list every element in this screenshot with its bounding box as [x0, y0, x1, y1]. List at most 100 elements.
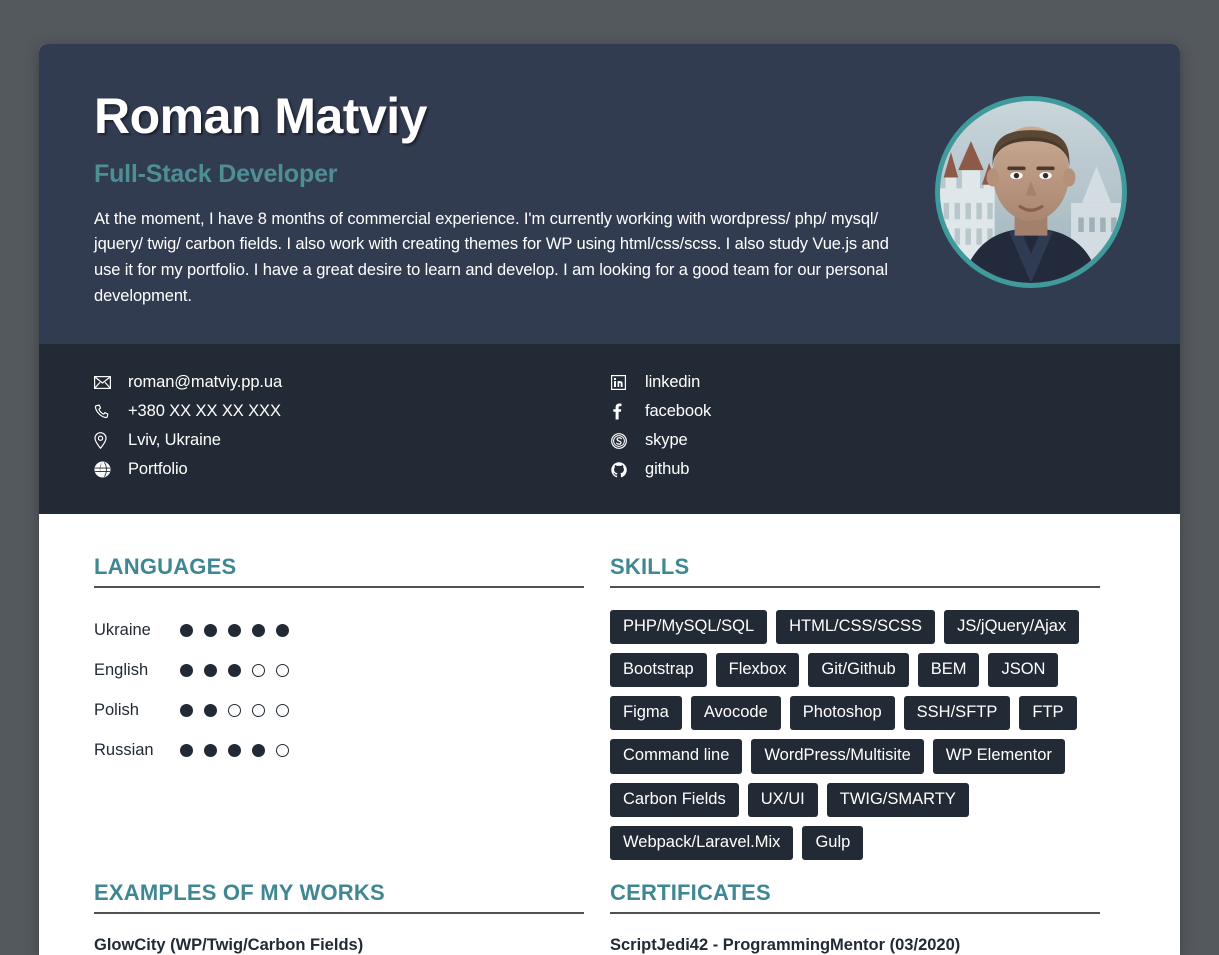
certificates-heading: CERTIFICATES	[610, 879, 771, 905]
level-dot-filled	[180, 703, 193, 717]
social-facebook-label: facebook	[645, 402, 712, 420]
language-list: Ukraine English Polish Russian	[94, 610, 584, 770]
resume-bottom: EXAMPLES OF MY WORKS GlowCity (WP/Twig/C…	[39, 879, 1180, 955]
contact-portfolio[interactable]: Portfolio	[94, 455, 611, 484]
certificates-section: CERTIFICATES ScriptJedi42 - ProgrammingM…	[610, 880, 1100, 955]
certificate-entry-title: ScriptJedi42 - ProgrammingMentor (03/202…	[610, 935, 961, 954]
job-title: Full-Stack Developer	[94, 159, 338, 188]
language-level-dots	[180, 743, 300, 757]
contact-phone-label: +380 XX XX XX XXX	[128, 402, 281, 420]
language-row: Russian	[94, 730, 584, 770]
contact-location[interactable]: Lviv, Ukraine	[94, 426, 611, 455]
skype-icon	[611, 432, 637, 449]
skills-section: SKILLS PHP/MySQL/SQL HTML/CSS/SCSS JS/jQue…	[610, 554, 1100, 860]
skill-tag: BEM	[917, 653, 980, 688]
skill-tag: Gulp	[802, 825, 864, 860]
skill-tag-list: PHP/MySQL/SQL HTML/CSS/SCSS JS/jQuery/Ajax…	[610, 610, 1126, 860]
level-dot-filled	[276, 623, 289, 637]
level-dot-filled	[228, 743, 241, 757]
header-text-block: Roman Matviy Full-Stack Developer At the…	[94, 90, 904, 309]
level-dot-empty	[252, 663, 265, 677]
social-github[interactable]: github	[611, 455, 711, 484]
level-dot-filled	[204, 703, 217, 717]
contact-location-label: Lviv, Ukraine	[128, 431, 221, 449]
level-dot-empty	[228, 703, 241, 717]
github-icon	[611, 461, 637, 478]
contact-column-right: linkedin facebook skype github	[611, 368, 711, 484]
avatar	[935, 96, 1127, 288]
resume-header: Roman Matviy Full-Stack Developer At the…	[39, 44, 1180, 344]
skill-tag: WordPress/Multisite	[751, 739, 924, 774]
works-divider	[94, 911, 584, 914]
social-github-label: github	[645, 460, 690, 478]
level-dot-empty	[276, 663, 289, 677]
level-dot-filled	[228, 623, 241, 637]
skill-tag: HTML/CSS/SCSS	[776, 610, 936, 645]
skill-tag: Command line	[610, 739, 743, 774]
language-level-dots	[180, 703, 300, 717]
level-dot-empty	[252, 703, 265, 717]
languages-section: LANGUAGES Ukraine English Polish Russian	[94, 554, 584, 860]
languages-divider	[94, 586, 584, 588]
globe-icon	[94, 461, 120, 478]
skill-tag: FTP	[1019, 696, 1077, 731]
level-dot-filled	[204, 743, 217, 757]
level-dot-filled	[252, 623, 265, 637]
language-level-dots	[180, 663, 300, 677]
social-linkedin[interactable]: linkedin	[611, 368, 711, 397]
skill-tag: Photoshop	[789, 696, 895, 731]
skill-tag: Flexbox	[715, 653, 800, 688]
skills-divider	[610, 586, 1100, 588]
level-dot-filled	[228, 663, 241, 677]
social-linkedin-label: linkedin	[645, 373, 701, 391]
facebook-icon	[611, 403, 637, 420]
language-row: Ukraine	[94, 610, 584, 650]
level-dot-empty	[276, 743, 289, 757]
language-name: Ukraine	[94, 620, 151, 639]
skill-tag: Git/Github	[808, 653, 909, 688]
contact-email-label: roman@matviy.pp.ua	[128, 373, 283, 391]
language-row: Polish	[94, 690, 584, 730]
works-section: EXAMPLES OF MY WORKS GlowCity (WP/Twig/C…	[94, 880, 584, 955]
summary-paragraph: At the moment, I have 8 months of commer…	[94, 209, 889, 305]
skill-tag: TWIG/SMARTY	[826, 782, 969, 817]
level-dot-filled	[252, 743, 265, 757]
skill-tag: SSH/SFTP	[903, 696, 1011, 731]
works-heading: EXAMPLES OF MY WORKS	[94, 879, 385, 905]
contact-phone[interactable]: +380 XX XX XX XXX	[94, 397, 611, 426]
phone-icon	[94, 404, 120, 419]
level-dot-filled	[204, 663, 217, 677]
map-pin-icon	[94, 432, 120, 449]
work-entry-title: GlowCity (WP/Twig/Carbon Fields)	[94, 935, 364, 954]
page-title: Roman Matviy	[94, 88, 427, 144]
envelope-icon	[94, 376, 120, 389]
language-level-dots	[180, 623, 300, 637]
skill-tag: Webpack/Laravel.Mix	[610, 825, 794, 860]
skill-tag: Carbon Fields	[610, 782, 739, 817]
skills-heading: SKILLS	[610, 554, 690, 579]
contact-band: roman@matviy.pp.ua +380 XX XX XX XXX Lvi…	[39, 344, 1180, 514]
linkedin-icon	[611, 375, 637, 390]
language-name: Polish	[94, 700, 139, 719]
resume-body: LANGUAGES Ukraine English Polish Russian SK…	[39, 514, 1180, 880]
level-dot-filled	[180, 623, 193, 637]
language-row: English	[94, 650, 584, 690]
language-name: English	[94, 660, 149, 679]
resume-card: Roman Matviy Full-Stack Developer At the…	[39, 44, 1180, 955]
contact-portfolio-label: Portfolio	[128, 460, 188, 478]
contact-column-left: roman@matviy.pp.ua +380 XX XX XX XXX Lvi…	[94, 368, 611, 484]
level-dot-filled	[180, 743, 193, 757]
language-name: Russian	[94, 740, 154, 759]
social-facebook[interactable]: facebook	[611, 397, 711, 426]
skill-tag: Bootstrap	[610, 653, 707, 688]
contact-email[interactable]: roman@matviy.pp.ua	[94, 368, 611, 397]
skill-tag: JS/jQuery/Ajax	[944, 610, 1080, 645]
skill-tag: JSON	[988, 653, 1059, 688]
skill-tag: Figma	[610, 696, 682, 731]
skill-tag: UX/UI	[747, 782, 818, 817]
portrait-photo-icon	[940, 101, 1122, 283]
skill-tag: WP Elementor	[932, 739, 1065, 774]
level-dot-filled	[204, 623, 217, 637]
languages-heading: LANGUAGES	[94, 554, 237, 579]
social-skype[interactable]: skype	[611, 426, 711, 455]
